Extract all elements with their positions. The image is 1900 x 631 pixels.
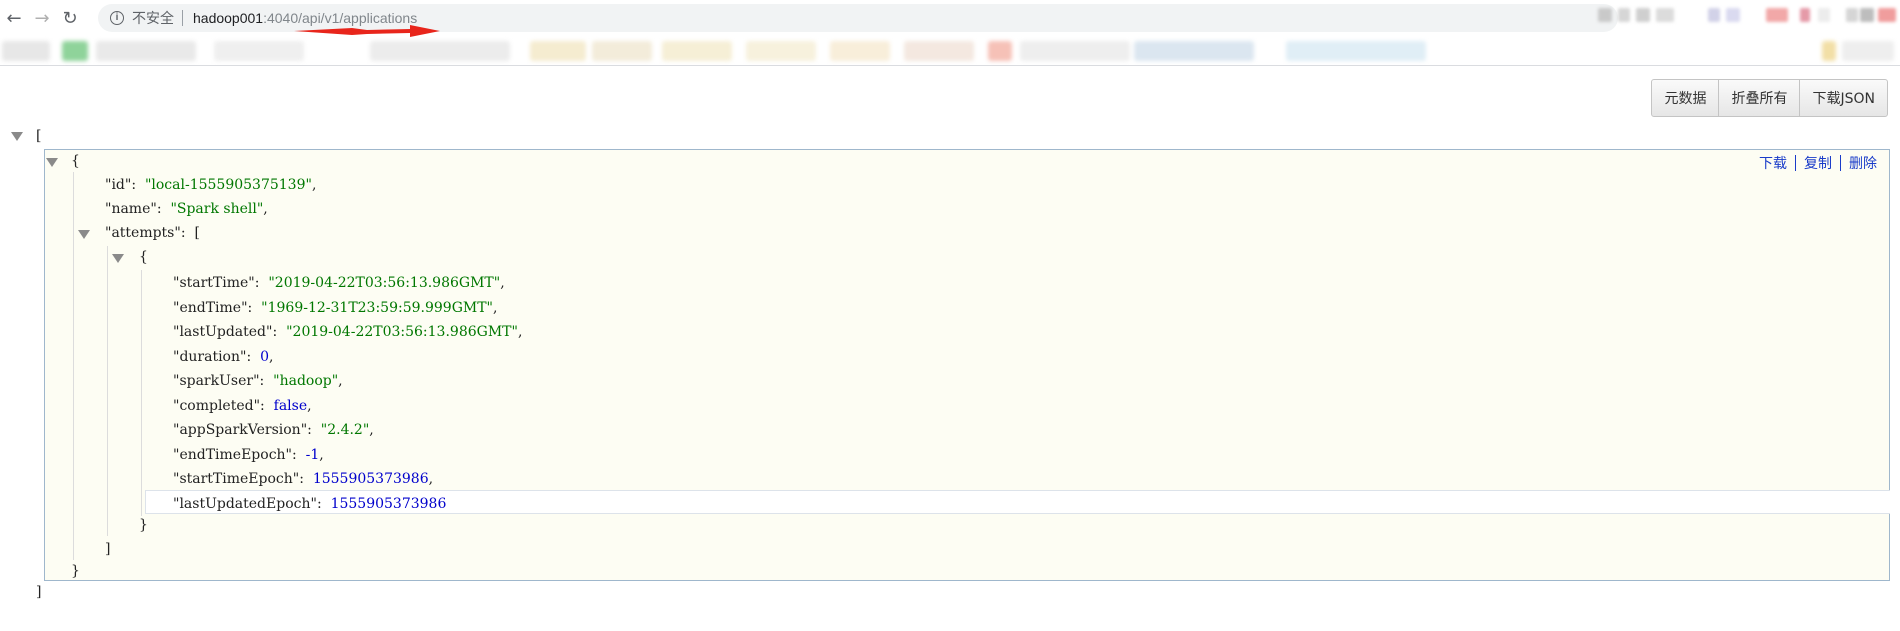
bookmarks-bar (0, 36, 1900, 66)
collapse-attempts-icon[interactable] (78, 230, 90, 239)
bookmark-item[interactable] (62, 41, 88, 61)
json-value: "2.4.2" (320, 422, 370, 438)
copy-object-link[interactable]: 复制 (1804, 153, 1832, 173)
json-key: "name" (105, 201, 157, 217)
json-key: "startTimeEpoch" (173, 471, 300, 487)
security-label: 不安全 (132, 10, 174, 26)
json-value: "local-1555905375139" (144, 177, 312, 193)
bookmark-item[interactable] (1020, 41, 1130, 61)
metadata-button[interactable]: 元数据 (1651, 79, 1720, 117)
json-row: "lastUpdated": "2019-04-22T03:56:13.986G… (173, 324, 523, 340)
object-actions: 下载 复制 删除 (1759, 153, 1877, 173)
json-key: "completed" (173, 398, 261, 414)
indent-guide (73, 172, 74, 560)
forward-arrow-icon[interactable]: → (28, 4, 56, 32)
bookmark-item[interactable] (96, 41, 196, 61)
attempts-array-close: ] (105, 541, 111, 557)
attempt-object-close: } (139, 517, 148, 533)
json-key: "attempts" (105, 225, 181, 241)
collapse-root-array-icon[interactable] (11, 132, 23, 141)
bookmark-item[interactable] (370, 41, 510, 61)
json-key: "lastUpdated" (173, 324, 273, 340)
bookmark-item[interactable] (830, 41, 890, 61)
json-value: 1555905373986 (312, 471, 429, 487)
action-separator (1795, 155, 1796, 171)
download-json-button[interactable]: 下载JSON (1799, 79, 1888, 117)
bookmark-item[interactable] (662, 41, 732, 61)
collapse-object-icon[interactable] (46, 158, 58, 167)
indent-guide (107, 246, 108, 536)
json-value: "2019-04-22T03:56:13.986GMT" (286, 324, 518, 340)
bookmark-item[interactable] (1134, 41, 1254, 61)
json-row: "sparkUser": "hadoop", (173, 373, 343, 389)
json-key: "endTime" (173, 300, 248, 316)
json-row: "lastUpdatedEpoch": 1555905373986 (173, 496, 447, 512)
bookmark-item[interactable] (2, 41, 50, 61)
json-row: "appSparkVersion": "2.4.2", (173, 422, 374, 438)
json-value: 1555905373986 (330, 496, 447, 512)
json-value: "2019-04-22T03:56:13.986GMT" (268, 275, 501, 291)
object-open: { (71, 153, 80, 169)
bookmark-item[interactable] (1822, 41, 1836, 61)
json-row-name: "name": "Spark shell", (105, 201, 268, 217)
json-key: "id" (105, 177, 132, 193)
json-key: "appSparkVersion" (173, 422, 308, 438)
bookmark-item[interactable] (904, 41, 974, 61)
attempt-object-open: { (139, 249, 148, 265)
url-host: hadoop001 (193, 10, 264, 26)
download-object-link[interactable]: 下载 (1759, 153, 1787, 173)
json-row: "startTimeEpoch": 1555905373986, (173, 471, 434, 487)
browser-address-bar: ← → ↻ i 不安全 hadoop001:4040/api/v1/applic… (0, 0, 1900, 37)
bookmark-item[interactable] (1842, 41, 1894, 61)
bookmark-item[interactable] (988, 41, 1012, 61)
json-key: "lastUpdatedEpoch" (173, 496, 317, 512)
extension-icons (1598, 8, 1898, 28)
json-object-box: 下载 复制 删除 { "id": "local-1555905375139", … (44, 149, 1890, 581)
json-key: "endTimeEpoch" (173, 447, 292, 463)
json-row: "duration": 0, (173, 349, 274, 365)
json-key: "startTime" (173, 275, 255, 291)
json-key: "sparkUser" (173, 373, 260, 389)
json-row: "completed": false, (173, 398, 312, 414)
json-row: "endTimeEpoch": -1, (173, 447, 324, 463)
root-array-close: ] (36, 584, 42, 600)
bookmark-item[interactable] (746, 41, 816, 61)
action-separator (1840, 155, 1841, 171)
root-array-open: [ (36, 128, 42, 144)
info-icon[interactable]: i (110, 11, 124, 25)
bookmark-item[interactable] (1286, 41, 1426, 61)
json-row-attempts: "attempts": [ (105, 225, 200, 241)
json-value: "1969-12-31T23:59:59.999GMT" (261, 300, 493, 316)
json-row: "startTime": "2019-04-22T03:56:13.986GMT… (173, 275, 505, 291)
back-arrow-icon[interactable]: ← (0, 4, 28, 32)
indent-guide (141, 270, 142, 516)
object-close: } (71, 563, 80, 579)
json-toolbar: 元数据 折叠所有 下载JSON (1651, 79, 1888, 117)
json-value: "hadoop" (273, 373, 339, 389)
json-value: 0 (260, 349, 269, 365)
json-value: "Spark shell" (170, 201, 264, 217)
collapse-attempt-object-icon[interactable] (112, 254, 124, 263)
delete-object-link[interactable]: 删除 (1849, 153, 1877, 173)
bookmark-item[interactable] (592, 41, 652, 61)
json-key: "duration" (173, 349, 247, 365)
bookmark-item[interactable] (214, 41, 304, 61)
json-value: false (273, 398, 308, 414)
json-row-id: "id": "local-1555905375139", (105, 177, 317, 193)
json-row: "endTime": "1969-12-31T23:59:59.999GMT", (173, 300, 498, 316)
collapse-all-button[interactable]: 折叠所有 (1718, 79, 1801, 117)
attempts-array-open: [ (194, 225, 200, 241)
json-value: -1 (305, 447, 320, 463)
url-divider (182, 10, 183, 26)
bookmark-item[interactable] (530, 41, 586, 61)
reload-icon[interactable]: ↻ (56, 4, 84, 32)
